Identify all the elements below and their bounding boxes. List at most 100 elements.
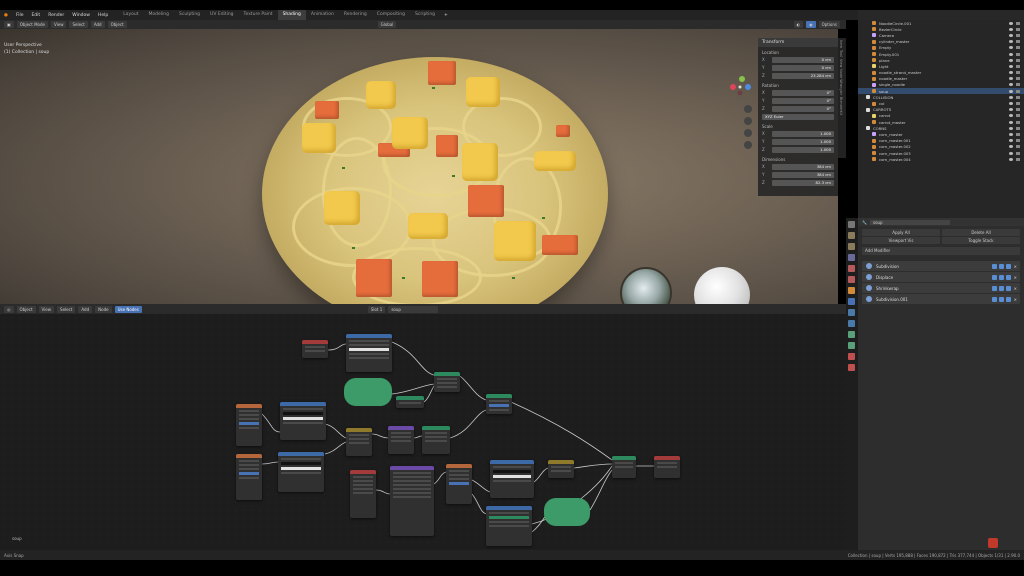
dimension-x-field[interactable]: 384 cm — [772, 163, 834, 170]
viewport-menu-object[interactable]: Object — [107, 21, 127, 28]
visibility-eye-icon[interactable] — [1009, 27, 1013, 31]
material-slot-dropdown[interactable]: Slot 1 — [367, 305, 386, 313]
outliner-row[interactable]: corn_master.002 — [858, 144, 1024, 150]
viewport-menu-select[interactable]: Select — [69, 21, 88, 28]
close-icon[interactable]: × — [1014, 275, 1017, 280]
delete-all-button[interactable]: Delete All — [942, 229, 1020, 236]
tab-animation[interactable]: Animation — [306, 10, 339, 20]
shader-node[interactable] — [350, 470, 376, 518]
rotation-z-field[interactable]: 0° — [772, 105, 834, 112]
toggle-icon[interactable] — [991, 274, 997, 280]
tab-node-wrangler[interactable]: Node Wrangler — [839, 69, 843, 95]
outliner-row[interactable]: BezierCircle — [858, 26, 1024, 32]
constraints-tab-icon[interactable] — [848, 331, 855, 338]
scale-z-field[interactable]: 1.000 — [772, 146, 834, 153]
shader-node[interactable] — [434, 372, 460, 392]
rotation-mode-dropdown[interactable]: XYZ Euler — [762, 113, 834, 120]
render-camera-icon[interactable] — [1016, 120, 1020, 124]
tool-tab-icon[interactable] — [848, 221, 855, 228]
toggle-icon[interactable] — [998, 263, 1004, 269]
modifier-shrinkwrap[interactable]: Shrinkwrap × — [862, 283, 1020, 293]
outliner-row[interactable]: soup — [858, 88, 1024, 95]
toggle-icon[interactable] — [991, 263, 997, 269]
tab-shading[interactable]: Shading — [277, 10, 306, 20]
outliner-row[interactable]: CARROTS — [858, 107, 1024, 113]
tab-blenderkit[interactable]: BlenderKit — [839, 97, 843, 115]
shader-node[interactable] — [612, 456, 636, 478]
visibility-eye-icon[interactable] — [1009, 21, 1013, 25]
editor-type-button[interactable]: ▣ — [4, 21, 14, 28]
shader-node[interactable] — [346, 428, 372, 456]
texture-tab-icon[interactable] — [848, 364, 855, 371]
outliner-row[interactable]: cylinder_master — [858, 39, 1024, 45]
add-modifier-dropdown[interactable]: Add Modifier — [862, 247, 1020, 255]
render-camera-icon[interactable] — [1016, 89, 1020, 93]
render-camera-icon[interactable] — [1016, 52, 1020, 56]
visibility-eye-icon[interactable] — [1009, 108, 1013, 112]
render-camera-icon[interactable] — [1016, 114, 1020, 118]
outliner-row[interactable]: noodle_master — [858, 76, 1024, 82]
navigation-gizmo-icon[interactable] — [728, 75, 754, 97]
viewport-menu-view[interactable]: View — [50, 21, 67, 28]
modifier-subdivision[interactable]: Subdivision × — [862, 261, 1020, 271]
material-output-node[interactable] — [654, 456, 680, 478]
modifier-subdivision-001[interactable]: Subdivision.001 × — [862, 294, 1020, 304]
object-mode-dropdown[interactable]: Object Mode — [16, 21, 48, 28]
shader-node-editor[interactable]: soup — [0, 314, 846, 550]
tab-layout[interactable]: Layout — [118, 10, 143, 20]
visibility-eye-icon[interactable] — [1009, 77, 1013, 81]
visibility-eye-icon[interactable] — [1009, 64, 1013, 68]
apply-all-button[interactable]: Apply All — [862, 229, 940, 236]
outliner-row[interactable]: col — [858, 100, 1024, 106]
shader-node[interactable] — [346, 334, 392, 372]
node-menu-node[interactable]: Node — [95, 305, 112, 313]
add-workspace-button[interactable]: + — [440, 13, 452, 18]
pan-hand-icon[interactable] — [744, 117, 752, 125]
menu-edit[interactable]: Edit — [27, 13, 44, 18]
shader-type-dropdown[interactable]: Object — [16, 305, 36, 313]
shading-solid-icon[interactable]: ◐ — [793, 21, 804, 28]
scale-x-field[interactable]: 1.000 — [772, 130, 834, 137]
render-camera-icon[interactable] — [1016, 58, 1020, 62]
outliner-row[interactable]: Camera — [858, 32, 1024, 38]
outliner[interactable]: NoodleCircle.001 BezierCircle Camera cylind… — [858, 20, 1024, 218]
menu-help[interactable]: Help — [94, 13, 112, 18]
shader-node[interactable] — [302, 340, 328, 358]
scene-tab-icon[interactable] — [848, 265, 855, 272]
outliner-row[interactable]: Light — [858, 63, 1024, 69]
render-camera-icon[interactable] — [1016, 108, 1020, 112]
visibility-eye-icon[interactable] — [1009, 145, 1013, 149]
view-layer-tab-icon[interactable] — [848, 254, 855, 261]
outliner-row[interactable]: single_noodle — [858, 82, 1024, 88]
shader-node[interactable] — [486, 394, 512, 414]
material-tab-icon[interactable] — [848, 353, 855, 360]
modifier-tab-icon[interactable] — [848, 298, 855, 305]
output-tab-icon[interactable] — [848, 243, 855, 250]
visibility-eye-icon[interactable] — [1009, 132, 1013, 136]
toggle-icon[interactable] — [1005, 285, 1011, 291]
visibility-eye-icon[interactable] — [1009, 89, 1013, 93]
outliner-row[interactable]: CORNS — [858, 125, 1024, 131]
toggle-icon[interactable] — [998, 274, 1004, 280]
frame-node-green[interactable] — [544, 498, 590, 526]
render-camera-icon[interactable] — [1016, 95, 1020, 99]
outliner-row[interactable]: corn_master.001 — [858, 138, 1024, 144]
render-tab-icon[interactable] — [848, 232, 855, 239]
visibility-eye-icon[interactable] — [1009, 58, 1013, 62]
outliner-row[interactable]: Empty — [858, 45, 1024, 51]
render-camera-icon[interactable] — [1016, 33, 1020, 37]
render-camera-icon[interactable] — [1016, 83, 1020, 87]
world-tab-icon[interactable] — [848, 276, 855, 283]
node-editor-type-button[interactable]: ◎ — [4, 305, 14, 313]
tab-modeling[interactable]: Modeling — [144, 10, 174, 20]
render-camera-icon[interactable] — [1016, 126, 1020, 130]
outliner-row[interactable]: carrot — [858, 113, 1024, 119]
shading-rendered-icon[interactable]: ◉ — [806, 21, 816, 28]
shader-node[interactable] — [548, 460, 574, 478]
tab-item[interactable]: Item — [839, 40, 843, 48]
toggle-icon[interactable] — [991, 285, 997, 291]
shader-node[interactable] — [280, 402, 326, 440]
menu-file[interactable]: File — [12, 13, 28, 18]
shader-node[interactable] — [236, 404, 262, 446]
data-tab-icon[interactable] — [848, 342, 855, 349]
